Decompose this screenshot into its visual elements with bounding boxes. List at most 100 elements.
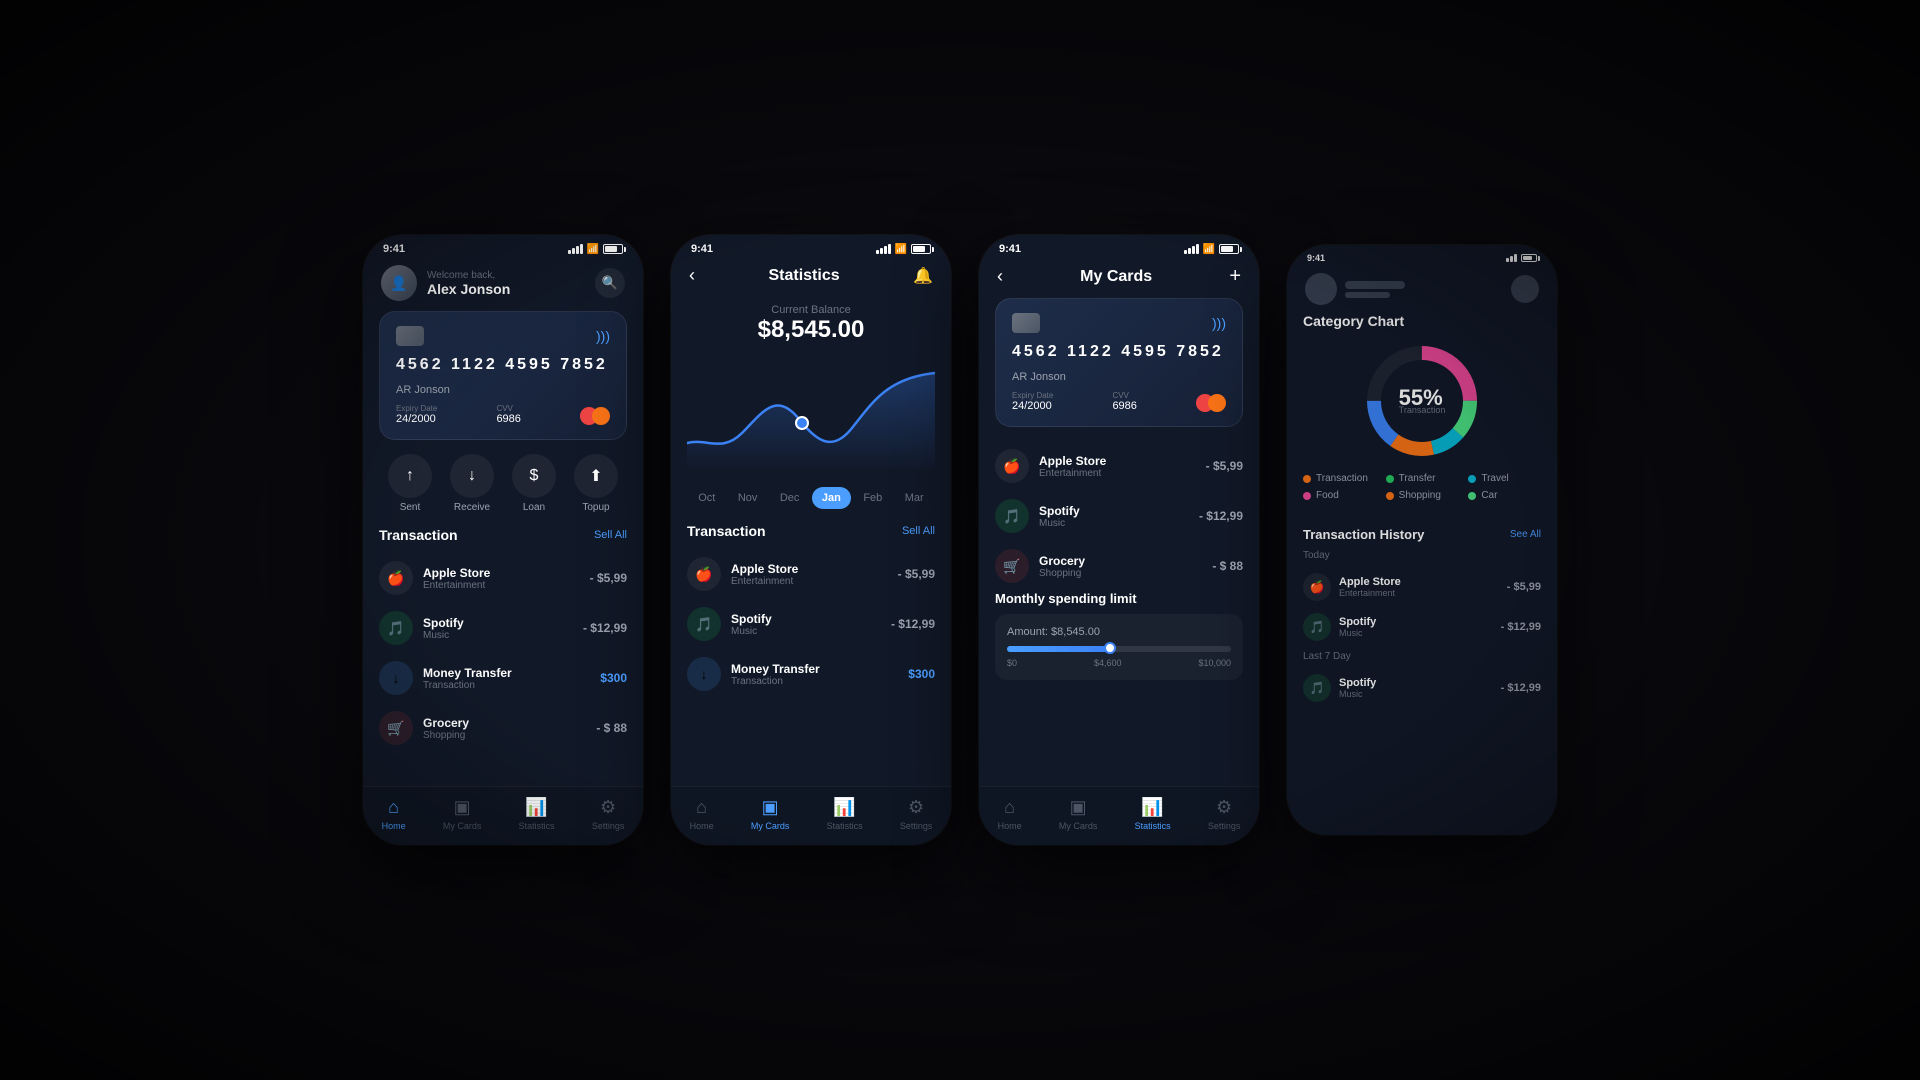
action-row: ↑ Sent ↓ Receive $ Loan ⬆ Topup [363,454,643,527]
history-spotify-icon: 🎵 [1303,613,1331,641]
stats3-nav-label: Statistics [1135,821,1171,831]
home2-nav-label: Home [690,821,714,831]
stats-spotify: 🎵 SpotifyMusic - $12,99 [671,599,951,649]
nav3-settings[interactable]: ⚙ Settings [1208,797,1241,831]
nav3-mycards[interactable]: ▣ My Cards [1059,797,1098,831]
loan-label: Loan [523,502,545,513]
nav2-mycards[interactable]: ▣ My Cards [751,797,790,831]
expiry-label: Expiry Date [396,404,437,413]
grocery-icon: 🛒 [379,711,413,745]
month-dec[interactable]: Dec [770,487,810,509]
month-oct[interactable]: Oct [688,487,725,509]
stats-sell-all[interactable]: Sell All [902,525,935,537]
nav-mycards[interactable]: ▣ My Cards [443,797,482,831]
legend-car: Car [1468,490,1541,501]
stats-transaction-header: Transaction Sell All [671,523,951,549]
history-apple-icon: 🍎 [1303,573,1331,601]
legend-dot-travel [1468,475,1476,483]
nav3-statistics[interactable]: 📊 Statistics [1135,797,1171,831]
category-chart-section: Category Chart [1287,313,1557,527]
card-nfc-icon: ))) [596,328,610,344]
cards-apple: 🍎 Apple StoreEntertainment - $5,99 [979,441,1259,491]
transaction-grocery: 🛒 Grocery Shopping - $ 88 [363,703,643,753]
legend-transaction: Transaction [1303,473,1376,484]
settings3-nav-label: Settings [1208,821,1241,831]
month-tabs: Oct Nov Dec Jan Feb Mar [671,487,951,523]
apple-name: Apple Store [423,566,580,580]
stats2-nav-label: Statistics [827,821,863,831]
card-chip [396,326,424,346]
back-button[interactable]: ‹ [689,265,695,286]
donut-chart: 55% Transaction [1303,341,1541,461]
grocery-amount: - $ 88 [596,721,627,735]
nav-settings[interactable]: ⚙ Settings [592,797,625,831]
nav3-home[interactable]: ⌂ Home [998,797,1022,831]
cards-header: ‹ My Cards + [979,259,1259,298]
transfer-icon: ↓ [379,661,413,695]
legend-dot-car [1468,492,1476,500]
spotify-sub: Music [423,630,573,641]
welcome-text: Welcome back, [427,270,595,281]
progress-max: $10,000 [1198,658,1231,668]
topup-button[interactable]: ⬆ Topup [574,454,618,513]
status-bar-3: 9:41 📶 [979,235,1259,259]
card-holder-3: AR Jonson [1012,371,1226,383]
month-mar[interactable]: Mar [895,487,934,509]
stats-header: ‹ Statistics 🔔 [671,259,951,296]
progress-fill [1007,646,1110,652]
progress-dot [1104,642,1116,654]
time-1: 9:41 [383,243,405,255]
add-card-button[interactable]: + [1229,265,1241,288]
status-bar-2: 9:41 📶 [671,235,951,259]
status-bar-1: 9:41 📶 [363,235,643,259]
battery-icon-2 [911,244,931,254]
bell-icon[interactable]: 🔔 [913,266,933,286]
lastweek-label: Last 7 Day [1287,651,1557,662]
spending-label: Amount: $8,545.00 [1007,626,1231,638]
cards-grocery-icon: 🛒 [995,549,1029,583]
sent-button[interactable]: ↑ Sent [388,454,432,513]
history-title: Transaction History [1303,527,1424,542]
battery-icon-3 [1219,244,1239,254]
apple-sub: Entertainment [423,580,580,591]
loan-button[interactable]: $ Loan [512,454,556,513]
phone-statistics: 9:41 📶 ‹ Statistics 🔔 Current Balance $8… [671,235,951,845]
spotify-amount: - $12,99 [583,621,627,635]
cards-apple-icon: 🍎 [995,449,1029,483]
loan-icon: $ [512,454,556,498]
back-button-3[interactable]: ‹ [997,266,1003,287]
sell-all-link[interactable]: Sell All [594,529,627,541]
nav2-settings[interactable]: ⚙ Settings [900,797,933,831]
p4-profile-icon [1511,275,1539,303]
cards-nav-icon: ▣ [454,797,471,818]
expiry-value: 24/2000 [396,413,437,425]
search-button[interactable]: 🔍 [595,268,625,298]
home-nav-label: Home [382,821,406,831]
transaction-apple: 🍎 Apple Store Entertainment - $5,99 [363,553,643,603]
nav2-home[interactable]: ⌂ Home [690,797,714,831]
balance-amount: $8,545.00 [671,316,951,344]
cards-spotify: 🎵 SpotifyMusic - $12,99 [979,491,1259,541]
chart-container [671,358,951,487]
phones-container: 9:41 📶 👤 Welcome back, Alex Jonson 🔍 [363,235,1557,845]
month-nov[interactable]: Nov [728,487,768,509]
spotify-name: Spotify [423,616,573,630]
month-feb[interactable]: Feb [853,487,892,509]
cards-title: My Cards [1080,268,1152,286]
nav2-statistics[interactable]: 📊 Statistics [827,797,863,831]
settings-nav-label: Settings [592,821,625,831]
transfer-amount: $300 [600,671,627,685]
legend-food: Food [1303,490,1376,501]
stats-nav-icon: 📊 [525,797,547,818]
sent-icon: ↑ [388,454,432,498]
see-all-link[interactable]: See All [1510,529,1541,540]
bottom-nav-3: ⌂ Home ▣ My Cards 📊 Statistics ⚙ Setting… [979,786,1259,845]
receive-button[interactable]: ↓ Receive [450,454,494,513]
nav-statistics[interactable]: 📊 Statistics [519,797,555,831]
nav-home[interactable]: ⌂ Home [382,797,406,831]
stats-title: Statistics [768,267,839,285]
spending-title: Monthly spending limit [995,591,1243,606]
month-jan[interactable]: Jan [812,487,851,509]
progress-labels: $0 $4,600 $10,000 [1007,658,1231,668]
cards2-nav-label: My Cards [751,821,790,831]
